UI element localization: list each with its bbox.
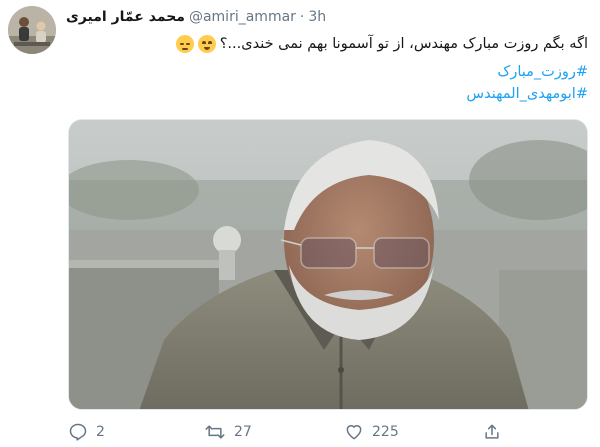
retweet-count: 27 [234,424,252,440]
reply-icon [69,423,87,441]
tweet-text-line: اگه بگم روزت مبارک مهندس، از تو آسمونا ب… [68,34,588,54]
share-button[interactable] [482,422,502,442]
header-separator: · [299,9,305,25]
portrait-photo [69,120,587,409]
pensive-face-icon [175,35,194,53]
tweet-body: اگه بگم روزت مبارک مهندس، از تو آسمونا ب… [68,34,588,104]
hashtag-link[interactable]: #ابومهدی_المهندس [68,84,588,104]
author-display-name[interactable]: محمد عمّار امیری [66,9,185,25]
avatar-image [8,6,56,54]
retweet-button[interactable]: 27 [204,422,252,442]
smiling-face-icon [197,35,216,53]
tweet-actions: 2 27 225 [68,420,518,446]
author-avatar[interactable] [8,6,56,54]
like-button[interactable]: 225 [344,422,399,442]
hashtag-link[interactable]: #روزت_مبارک [68,62,588,82]
tweet-photo[interactable] [68,119,588,410]
tweet-timestamp[interactable]: 3h [308,9,326,25]
share-icon [485,424,499,439]
reply-button[interactable]: 2 [68,422,105,442]
author-handle[interactable]: @amiri_ammar [189,9,296,25]
tweet-header: محمد عمّار امیری @amiri_ammar · 3h [66,6,326,28]
reply-count: 2 [96,424,105,440]
tweet[interactable]: محمد عمّار امیری @amiri_ammar · 3h اگه ب… [0,0,600,447]
tweet-text: اگه بگم روزت مبارک مهندس، از تو آسمونا ب… [219,36,588,52]
heart-icon [346,425,362,440]
retweet-icon [205,425,225,439]
like-count: 225 [372,424,399,440]
